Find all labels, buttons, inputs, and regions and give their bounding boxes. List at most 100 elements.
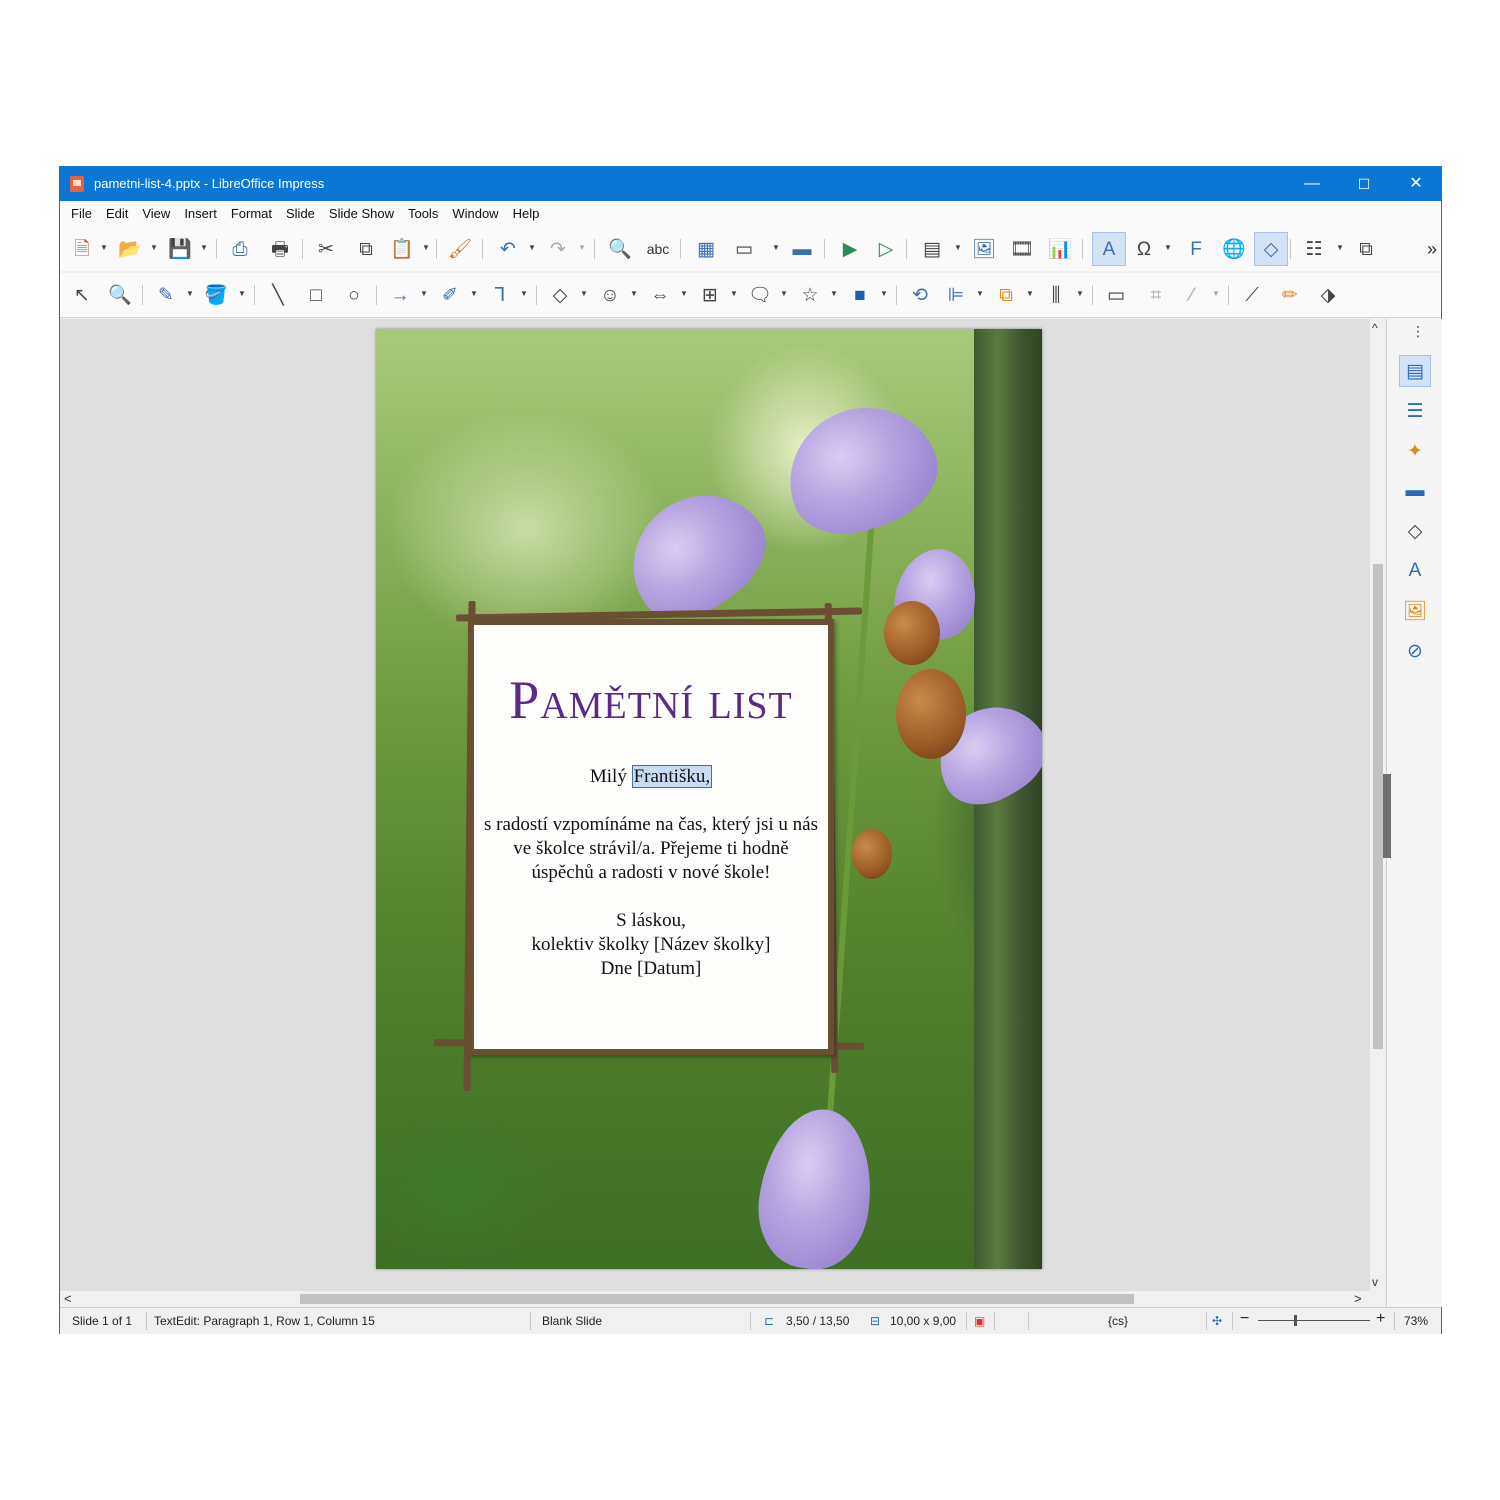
stars-dropdown-arrow[interactable]: ▼ (830, 289, 838, 299)
table-icon[interactable]: ▤ (918, 235, 946, 263)
flowchart-dropdown-arrow[interactable]: ▼ (730, 289, 738, 299)
glue-points-icon[interactable]: ✏ (1276, 281, 1304, 309)
curve-icon[interactable]: ✐ (436, 281, 464, 309)
line-ends-dropdown-arrow[interactable]: ▼ (420, 289, 428, 299)
arrange-dropdown-arrow[interactable]: ▼ (1026, 289, 1034, 299)
message-paragraph[interactable]: s radostí vzpomínáme na čas, který jsi u… (484, 813, 818, 885)
zoom-out-button[interactable]: − (1240, 1310, 1249, 1328)
closing-line[interactable]: Dne [Datum] (484, 957, 818, 981)
closing-line[interactable]: kolektiv školky [Název školky] (484, 933, 818, 957)
master-slides-icon[interactable]: ▬ (1399, 475, 1431, 507)
shapes-icon[interactable]: ◇ (1399, 515, 1431, 547)
display-views-dropdown-arrow[interactable]: ▼ (772, 243, 780, 253)
stars-icon[interactable]: ☆ (796, 281, 824, 309)
menu-slide[interactable]: Slide (279, 201, 322, 227)
menu-edit[interactable]: Edit (99, 201, 135, 227)
rectangle-icon[interactable]: □ (302, 281, 330, 309)
ellipse-icon[interactable]: ○ (340, 281, 368, 309)
rotate-icon[interactable]: ⟲ (906, 281, 934, 309)
zoom-in-button[interactable]: + (1376, 1310, 1385, 1328)
save-dropdown-arrow[interactable]: ▼ (200, 243, 208, 253)
3d-objects-icon[interactable]: ■ (846, 281, 874, 309)
connector-dropdown-arrow[interactable]: ▼ (520, 289, 528, 299)
text-frame[interactable]: Pamětní list Milý Františku, s radostí v… (468, 619, 834, 1055)
shadow-icon[interactable]: ▭ (1102, 281, 1130, 309)
block-arrows-icon[interactable]: ⇔ (646, 281, 674, 309)
slide-workspace[interactable]: Pamětní list Milý Františku, s radostí v… (60, 319, 1370, 1295)
toggle-extrusion-icon[interactable]: ⬗ (1314, 281, 1342, 309)
menu-window[interactable]: Window (445, 201, 505, 227)
print-icon[interactable]: 🖶 (266, 235, 294, 263)
3d-objects-dropdown-arrow[interactable]: ▼ (880, 289, 888, 299)
menu-format[interactable]: Format (224, 201, 279, 227)
horizontal-scroll-thumb[interactable] (300, 1294, 1134, 1304)
select-icon[interactable]: ↖ (68, 281, 96, 309)
menu-insert[interactable]: Insert (177, 201, 224, 227)
menu-slide-show[interactable]: Slide Show (322, 201, 401, 227)
slide-body-text[interactable]: Milý Františku, s radostí vzpomínáme na … (484, 765, 818, 981)
properties-icon[interactable]: ▤ (1399, 355, 1431, 387)
redo-icon[interactable]: ↷ (544, 235, 572, 263)
navigator-icon[interactable]: ⊘ (1399, 635, 1431, 667)
line-ends-arrow-icon[interactable]: → (386, 281, 414, 309)
callouts-dropdown-arrow[interactable]: ▼ (780, 289, 788, 299)
paste-icon[interactable]: 📋 (388, 235, 416, 263)
maximize-button[interactable]: ☐ (1338, 167, 1390, 201)
align-objects-icon[interactable]: ⊫ (942, 281, 970, 309)
fill-color-dropdown-arrow[interactable]: ▼ (238, 289, 246, 299)
cut-icon[interactable]: ✂ (312, 235, 340, 263)
undo-icon[interactable]: ↶ (494, 235, 522, 263)
hyperlink-icon[interactable]: 🌐 (1220, 235, 1248, 263)
export-pdf-icon[interactable]: ⎙ (226, 235, 254, 263)
scroll-left-icon[interactable]: < (64, 1291, 72, 1306)
menu-view[interactable]: View (135, 201, 177, 227)
basic-shapes-icon[interactable]: ◇ (546, 281, 574, 309)
animation-icon[interactable]: ✦ (1399, 435, 1431, 467)
distribute-icon[interactable]: ⫼ (1042, 281, 1070, 309)
symbol-shapes-dropdown-arrow[interactable]: ▼ (630, 289, 638, 299)
scroll-right-icon[interactable]: > (1354, 1291, 1362, 1306)
menu-file[interactable]: File (64, 201, 99, 227)
callouts-icon[interactable]: 🗨 (746, 281, 774, 309)
closing-line[interactable]: S láskou, (484, 909, 818, 933)
duplicate-slide-icon[interactable]: ⧉ (1352, 235, 1380, 263)
fill-color-icon[interactable]: 🪣 (202, 281, 230, 309)
language-indicator[interactable]: {cs} (1108, 1314, 1128, 1328)
toolbar-overflow-icon[interactable]: » (1427, 239, 1437, 260)
scroll-down-icon[interactable]: v (1372, 1275, 1378, 1289)
grid-icon[interactable]: ▦ (692, 235, 720, 263)
zoom-slider[interactable] (1258, 1315, 1370, 1326)
filter-icon[interactable]: ⁄ (1178, 281, 1206, 309)
greeting-line[interactable]: Milý Františku, (484, 765, 818, 789)
zoom-pan-icon[interactable]: 🔍 (106, 281, 134, 309)
textbox-icon[interactable]: A (1092, 232, 1126, 266)
open-icon[interactable]: 📂 (116, 235, 144, 263)
table-dropdown-arrow[interactable]: ▼ (954, 243, 962, 253)
gallery-icon[interactable]: A (1399, 555, 1431, 587)
menu-help[interactable]: Help (506, 201, 547, 227)
zoom-level[interactable]: 73% (1404, 1314, 1428, 1328)
slide-canvas[interactable]: Pamětní list Milý Františku, s radostí v… (376, 329, 1042, 1269)
selected-text[interactable]: Františku, (631, 765, 713, 788)
start-first-slide-icon[interactable]: ▶ (836, 235, 864, 263)
image-icon[interactable]: 🖼 (970, 235, 998, 263)
redo-dropdown-arrow[interactable]: ▼ (578, 243, 586, 253)
special-character-dropdown-arrow[interactable]: ▼ (1164, 243, 1172, 253)
line-color-dropdown-arrow[interactable]: ▼ (186, 289, 194, 299)
block-arrows-dropdown-arrow[interactable]: ▼ (680, 289, 688, 299)
new-icon[interactable]: 🗎 (68, 235, 96, 263)
new-dropdown-arrow[interactable]: ▼ (100, 243, 108, 253)
save-icon[interactable]: 💾 (166, 235, 194, 263)
paste-dropdown-arrow[interactable]: ▼ (422, 243, 430, 253)
sidebar-menu-icon[interactable]: ⋮ (1411, 323, 1425, 340)
zoom-slider-knob[interactable] (1294, 1315, 1297, 1326)
undo-dropdown-arrow[interactable]: ▼ (528, 243, 536, 253)
vertical-scroll-thumb[interactable] (1373, 564, 1383, 1049)
slide-layout-name[interactable]: Blank Slide (542, 1314, 602, 1328)
filter-dropdown-arrow[interactable]: ▼ (1212, 289, 1220, 299)
styles-icon[interactable]: ☰ (1399, 395, 1431, 427)
fit-slide-icon[interactable]: ✣ (1212, 1314, 1222, 1328)
special-character-icon[interactable]: Ω (1130, 235, 1158, 263)
scroll-up-icon[interactable]: ^ (1372, 321, 1378, 335)
point-edit-icon[interactable]: ⟋ (1238, 281, 1266, 309)
